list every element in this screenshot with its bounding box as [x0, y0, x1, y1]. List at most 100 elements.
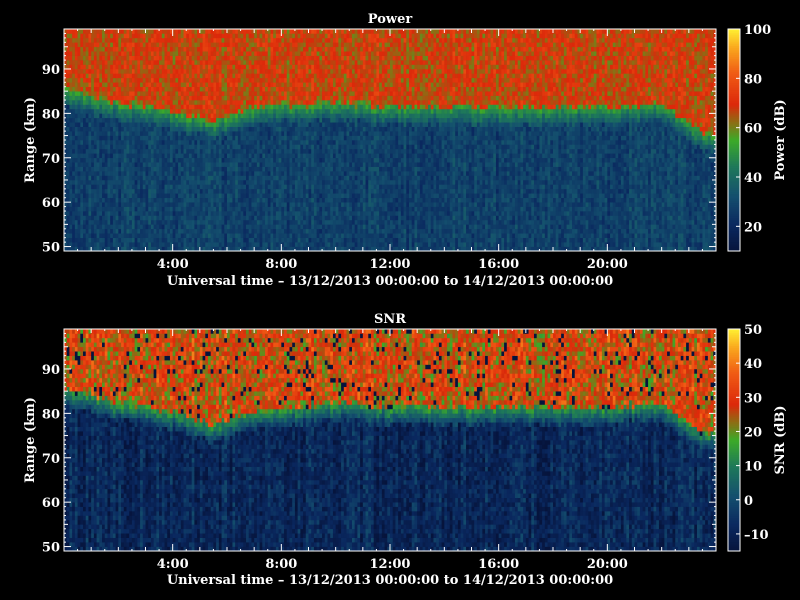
heatmap-cell	[254, 73, 257, 78]
heatmap-cell	[289, 229, 292, 234]
heatmap-cell	[148, 224, 151, 229]
heatmap-cell	[276, 104, 279, 109]
heatmap-cell	[222, 215, 225, 220]
heatmap-cell	[175, 180, 178, 185]
heatmap-cell	[97, 109, 100, 114]
heatmap-cell	[276, 78, 279, 83]
heatmap-cell	[197, 73, 200, 78]
heatmap-cell	[232, 51, 235, 56]
heatmap-cell	[273, 180, 276, 185]
heatmap-cell	[162, 100, 165, 105]
heatmap-cell	[232, 171, 235, 176]
heatmap-cell	[205, 47, 208, 52]
heatmap-cell	[99, 242, 102, 247]
heatmap-cell	[184, 202, 187, 207]
heatmap-cell	[268, 96, 271, 101]
heatmap-cell	[314, 140, 317, 145]
heatmap-cell	[330, 189, 333, 194]
heatmap-cell	[80, 29, 83, 34]
heatmap-cell	[151, 149, 154, 154]
heatmap-cell	[116, 215, 119, 220]
heatmap-cell	[173, 65, 176, 70]
heatmap-cell	[126, 29, 129, 34]
heatmap-cell	[126, 47, 129, 52]
heatmap-cell	[249, 167, 252, 172]
heatmap-cell	[97, 60, 100, 65]
heatmap-cell	[97, 193, 100, 198]
heatmap-cell	[251, 51, 254, 56]
heatmap-cell	[224, 60, 227, 65]
heatmap-cell	[184, 131, 187, 136]
heatmap-cell	[143, 144, 146, 149]
heatmap-cell	[246, 87, 249, 92]
heatmap-cell	[268, 60, 271, 65]
heatmap-cell	[83, 193, 86, 198]
heatmap-cell	[151, 171, 154, 176]
heatmap-cell	[184, 91, 187, 96]
heatmap-cell	[126, 104, 129, 109]
heatmap-cell	[208, 193, 211, 198]
heatmap-cell	[78, 73, 81, 78]
heatmap-cell	[303, 167, 306, 172]
heatmap-cell	[270, 82, 273, 87]
heatmap-cell	[167, 127, 170, 132]
heatmap-cell	[69, 167, 72, 172]
heatmap-cell	[311, 198, 314, 203]
heatmap-cell	[208, 184, 211, 189]
heatmap-cell	[319, 167, 322, 172]
heatmap-cell	[67, 69, 70, 74]
heatmap-cell	[298, 198, 301, 203]
heatmap-cell	[309, 193, 312, 198]
heatmap-cell	[279, 158, 282, 163]
heatmap-cell	[75, 51, 78, 56]
heatmap-cell	[203, 122, 206, 127]
heatmap-cell	[86, 229, 89, 234]
heatmap-cell	[314, 82, 317, 87]
heatmap-cell	[222, 33, 225, 38]
heatmap-cell	[241, 33, 244, 38]
heatmap-cell	[72, 73, 75, 78]
heatmap-cell	[292, 189, 295, 194]
heatmap-cell	[102, 73, 105, 78]
heatmap-cell	[175, 189, 178, 194]
heatmap-cell	[129, 33, 132, 38]
heatmap-cell	[197, 176, 200, 181]
heatmap-cell	[124, 215, 127, 220]
heatmap-cell	[328, 100, 331, 105]
heatmap-cell	[300, 91, 303, 96]
heatmap-cell	[314, 127, 317, 132]
heatmap-cell	[314, 73, 317, 78]
heatmap-cell	[143, 220, 146, 225]
heatmap-cell	[162, 229, 165, 234]
heatmap-cell	[260, 136, 263, 141]
heatmap-cell	[241, 153, 244, 158]
heatmap-cell	[303, 38, 306, 43]
heatmap-cell	[146, 109, 149, 114]
heatmap-cell	[317, 162, 320, 167]
heatmap-cell	[80, 149, 83, 154]
heatmap-cell	[262, 104, 265, 109]
heatmap-cell	[146, 78, 149, 83]
heatmap-cell	[265, 229, 268, 234]
heatmap-cell	[251, 224, 254, 229]
heatmap-cell	[148, 60, 151, 65]
heatmap-cell	[197, 171, 200, 176]
heatmap-cell	[170, 153, 173, 158]
heatmap-cell	[110, 47, 113, 52]
heatmap-cell	[162, 158, 165, 163]
heatmap-cell	[110, 104, 113, 109]
heatmap-cell	[72, 56, 75, 61]
heatmap-cell	[151, 127, 154, 132]
heatmap-cell	[251, 238, 254, 243]
heatmap-cell	[97, 144, 100, 149]
heatmap-cell	[91, 65, 94, 70]
heatmap-cell	[219, 82, 222, 87]
heatmap-cell	[208, 82, 211, 87]
heatmap-cell	[265, 100, 268, 105]
heatmap-cell	[116, 73, 119, 78]
heatmap-cell	[205, 215, 208, 220]
heatmap-cell	[260, 42, 263, 47]
heatmap-cell	[99, 193, 102, 198]
heatmap-cell	[86, 65, 89, 70]
heatmap-cell	[69, 220, 72, 225]
